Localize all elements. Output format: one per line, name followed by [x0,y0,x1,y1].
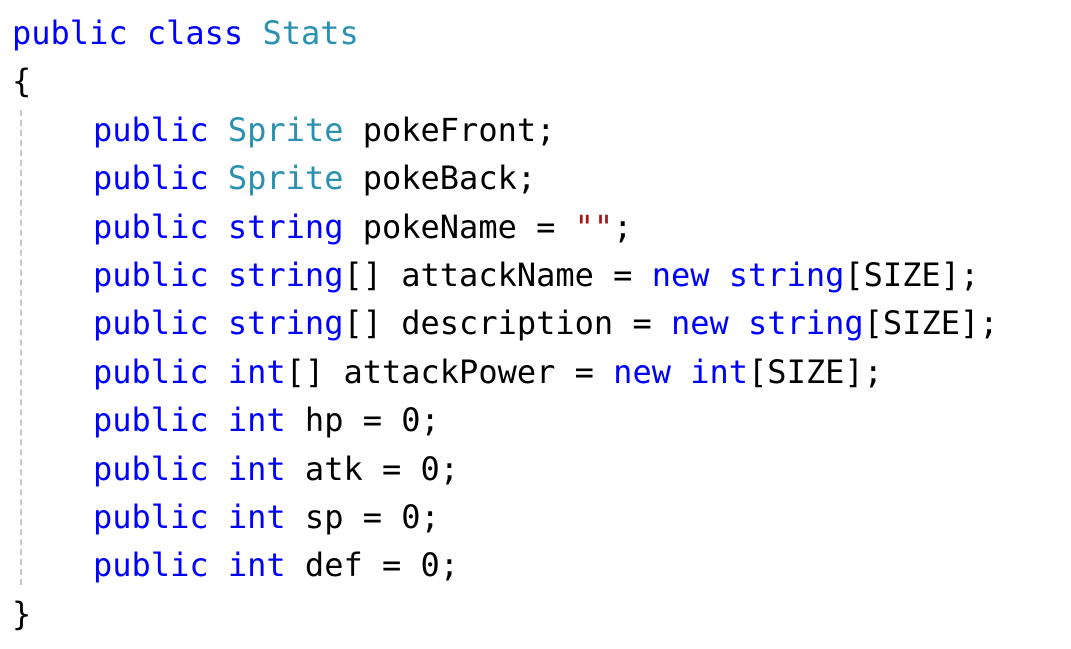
code-line[interactable]: public Sprite pokeBack; [12,154,998,202]
code-token-plain: pokeBack; [343,159,537,198]
code-line[interactable]: } [12,590,998,638]
code-token-type: Sprite [227,159,344,198]
code-line[interactable]: public int sp = 0; [12,493,998,541]
code-token-plain: hp = 0; [285,401,440,440]
code-token-keyword: int [227,401,286,440]
code-token-plain: [SIZE]; [844,255,980,294]
code-token-plain: [] attackName = [343,255,652,294]
code-token-keyword: new [670,304,729,343]
code-token-keyword: string [227,207,344,246]
code-token-plain: [SIZE]; [863,304,999,343]
code-line[interactable]: public string[] description = new string… [12,299,998,347]
code-line[interactable]: public int hp = 0; [12,396,998,444]
code-token-keyword: string [227,304,344,343]
code-line[interactable]: { [12,57,998,105]
code-token-keyword: public [93,207,209,246]
code-token-keyword: int [227,352,286,391]
code-token-type: Stats [262,14,359,52]
code-token-keyword: class [146,14,244,52]
code-token-keyword: new [613,352,671,391]
code-token-keyword: string [728,255,845,294]
code-line[interactable]: public int def = 0; [12,541,998,589]
code-token-plain: [SIZE]; [748,352,883,391]
code-token-keyword: new [651,255,710,294]
code-token-keyword: int [227,546,286,585]
code-line[interactable]: public Sprite pokeFront; [12,106,998,154]
code-token-keyword: public [93,110,209,149]
code-token-type: Sprite [227,110,344,149]
code-token-keyword: public [12,14,128,52]
code-token-keyword: int [690,352,749,391]
code-line[interactable]: public int atk = 0; [12,445,998,493]
code-token-keyword: public [93,449,209,488]
code-line[interactable]: public string pokeName = ""; [12,203,998,251]
code-token-string: "" [574,207,614,246]
code-token-keyword: public [93,255,209,294]
code-token-plain: } [12,594,32,633]
code-block[interactable]: public class Stats { public Sprite pokeFro… [12,9,998,638]
code-token-plain: def = 0; [285,546,460,585]
code-line[interactable]: public string[] attackName = new string[… [12,251,998,299]
code-token-plain: [] description = [343,304,671,343]
code-token-keyword: public [93,352,209,391]
code-token-plain: ; [613,207,633,246]
code-line[interactable]: public int[] attackPower = new int[SIZE]… [12,348,998,396]
code-token-plain: pokeFront; [343,110,556,149]
code-token-keyword: public [93,546,209,585]
code-token-keyword: string [748,304,864,343]
code-token-plain: sp = 0; [285,497,440,536]
code-token-keyword: public [93,401,209,440]
code-token-keyword: string [227,255,344,294]
code-token-plain: { [12,62,32,101]
code-token-keyword: public [93,497,209,536]
code-token-keyword: public [93,159,209,198]
code-token-keyword: int [227,497,286,536]
code-token-keyword: public [93,304,209,343]
code-line[interactable]: public class Stats [12,9,998,57]
code-token-plain: atk = 0; [285,449,460,488]
code-token-plain: pokeName = [343,207,575,246]
code-token-plain: [] attackPower = [285,352,614,391]
code-editor[interactable]: public class Stats { public Sprite pokeFro… [0,0,1071,649]
code-token-keyword: int [227,449,286,488]
